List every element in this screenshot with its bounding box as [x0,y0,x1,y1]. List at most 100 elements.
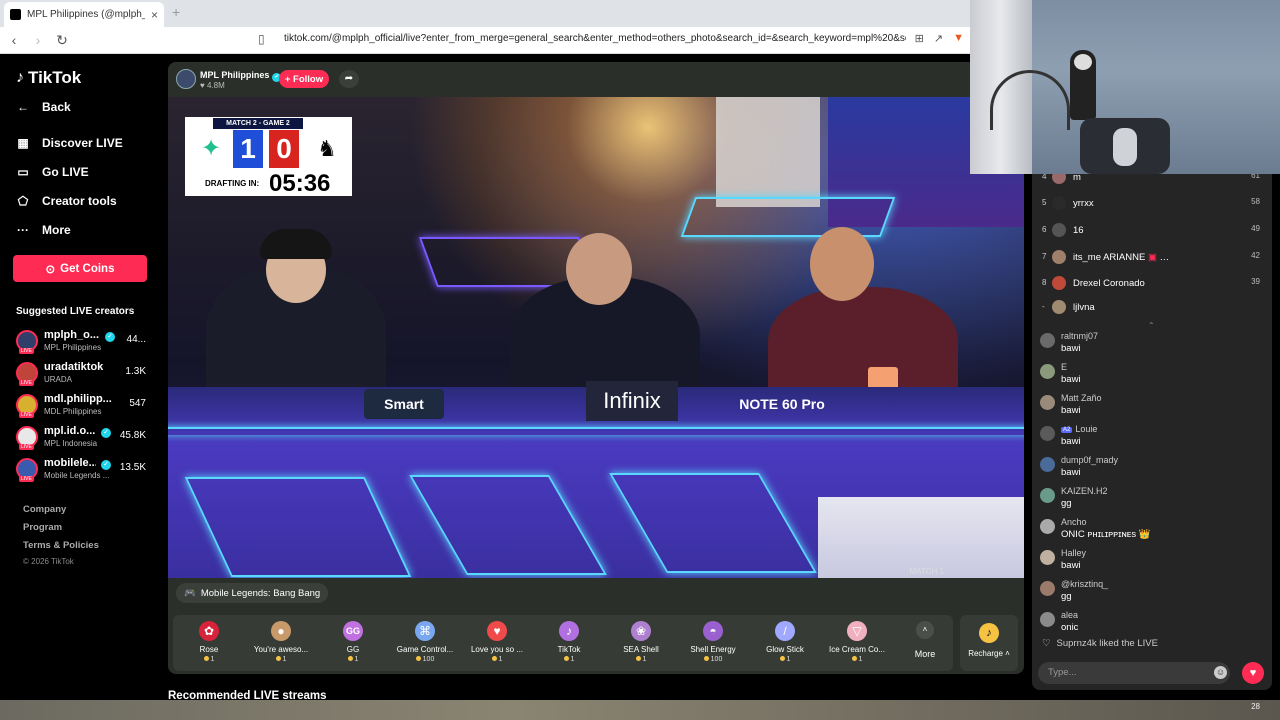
reload-icon[interactable]: ↻ [52,32,72,49]
drafting-timer: 05:36 [269,170,331,197]
nav-more[interactable]: ··· More [16,223,71,237]
creator-item[interactable]: LIVE mplph_o... ✓ MPL Philippines 44... [16,328,150,356]
like-heart-button[interactable]: ♥ [1242,662,1264,684]
emoji-icon[interactable]: ☺ [1214,666,1227,679]
ranking-row[interactable]: 8 Drexel Coronado 39 [1032,271,1272,297]
ranking-row[interactable]: 6 16 49 [1032,218,1272,244]
avatar [1040,426,1055,441]
gift-sea-shell[interactable]: ❀ SEA Shell 1 [605,615,677,671]
back-link[interactable]: ← Back [16,100,71,114]
coin-icon: ♪ [979,623,999,643]
gift-love-you[interactable]: ♥ Love you so ... 1 [461,615,533,671]
gift-shell-energy[interactable]: ◓ Shell Energy 100 [677,615,749,671]
tiktok-icon: ♪ [559,621,579,641]
creator-item[interactable]: LIVE mpl.id.o... ✓ MPL Indonesia 45.8K [16,424,150,452]
team-left-logo-icon: ✦ [200,135,222,162]
taskbar-date: 28 [1251,702,1260,711]
gift-glow-stick[interactable]: / Glow Stick 1 [749,615,821,671]
creator-sub: URADA [44,375,73,384]
nav-discover-live[interactable]: ▦ Discover LIVE [16,136,122,150]
footer-company[interactable]: Company [23,504,66,515]
get-coins-label: Get Coins [60,262,115,275]
os-taskbar [0,700,1280,720]
collapse-chevron-icon[interactable]: ⌃ [1148,321,1155,330]
category-tag[interactable]: 🎮 Mobile Legends: Bang Bang [176,583,329,603]
gift-ice-cream[interactable]: ▽ Ice Cream Co... 1 [821,615,893,671]
energy-shell-icon: ◓ [703,621,723,641]
bookmark-icon[interactable]: ▯ [258,32,265,46]
brave-shield-icon[interactable]: ▼ [953,32,964,45]
avatar [1052,250,1066,264]
gift-bar: ✿ Rose 1 ● You're aweso... 1 GG GG 1 ⌘ G… [173,615,953,671]
lightbulb-icon: ⬠ [17,194,29,208]
back-arrow-icon[interactable]: ‹ [4,32,24,48]
avatar [1040,488,1055,503]
avatar [1052,300,1066,314]
gift-name: Game Control... [396,645,454,654]
hair [260,229,332,259]
chevron-up-icon: ˄ [916,621,934,639]
footer-program[interactable]: Program [23,522,62,533]
gift-name: You're aweso... [253,645,309,654]
live-badge: LIVE [19,348,34,354]
gift-price: 1 [461,656,533,663]
tiktok-favicon-icon [10,9,21,20]
commentator-head [810,227,874,301]
recharge-button[interactable]: ♪ Recharge ˄ [960,615,1018,671]
nav-go-live[interactable]: ▭ Go LIVE [16,165,88,179]
creator-item[interactable]: LIVE mobilele... ✓ Mobile Legends ... 13… [16,456,150,484]
translate-icon[interactable]: ⊞ [915,32,924,45]
chevron-up-icon: ˄ [1005,649,1010,658]
neon-light [184,477,412,577]
match-label: MATCH 2 - GAME 2 [213,118,303,129]
follow-button[interactable]: + Follow [279,70,329,88]
video-camera-icon: ▭ [17,165,29,179]
neon-light [409,475,607,575]
webcam-overlay [970,0,1280,174]
gg-icon: GG [343,621,363,641]
browser-tab[interactable]: MPL Philippines (@mplph_offi... × [4,2,164,27]
ranking-row[interactable]: 7 its_me ARIANNE ▣ … 42 [1032,245,1272,271]
close-tab-icon[interactable]: × [151,8,158,22]
chat-message: A2 Louie bawi [1032,423,1272,453]
gift-youre-awesome[interactable]: ● You're aweso... 1 [245,615,317,671]
address-bar: ‹ › ↻ ▯ tiktok.com/@mplph_official/live?… [0,27,970,54]
desk-panel [818,497,1024,578]
mask [1074,54,1092,70]
tiktok-logo[interactable]: ♪ TikTok [16,68,81,88]
chat-input[interactable]: Type... [1038,662,1230,684]
footer-terms[interactable]: Terms & Policies [23,540,99,551]
gift-game-controller[interactable]: ⌘ Game Control... 100 [389,615,461,671]
ranking-row[interactable]: 5 yrrxx 58 [1032,191,1272,217]
level-badge: A2 [1061,426,1073,433]
backdrop-screen [716,97,820,207]
gift-tiktok[interactable]: ♪ TikTok 1 [533,615,605,671]
forward-arrow-icon[interactable]: › [28,32,48,48]
neon-light [680,197,896,237]
sidebar: ♪ TikTok ← Back ▦ Discover LIVE ▭ Go LIV… [0,54,160,720]
recharge-label: Recharge [968,649,1003,658]
more-dots-icon: ··· [17,223,29,237]
more-gifts-button[interactable]: ˄ More [905,621,945,659]
controller-icon: ⌘ [415,621,435,641]
url-field[interactable]: tiktok.com/@mplph_official/live?enter_fr… [284,33,906,44]
live-badge: LIVE [19,412,34,418]
chat-message: Ebawi [1032,361,1272,391]
gift-gg[interactable]: GG GG 1 [317,615,389,671]
share-page-icon[interactable]: ↗ [934,32,943,45]
creator-item[interactable]: LIVE mdl.philipp... MDL Philippines 547 [16,392,150,420]
creator-item[interactable]: LIVE uradatiktok URADA 1.3K [16,360,150,388]
ranking-row-self[interactable]: - ljlvna [1032,295,1272,321]
get-coins-button[interactable]: ⊙ Get Coins [13,255,147,282]
channel-avatar[interactable] [176,69,196,89]
gift-rose[interactable]: ✿ Rose 1 [173,615,245,671]
share-icon[interactable]: ➦ [339,70,359,88]
team-right-logo-icon: ♞ [317,136,337,161]
gift-price: 1 [605,656,677,663]
video-player[interactable]: Smart Infinix NOTE 60 Pro MATCH 1 MATCH … [168,97,1024,578]
gift-name: SEA Shell [623,645,659,654]
new-tab-icon[interactable]: + [172,4,180,20]
drafting-label: DRAFTING IN: [205,179,260,188]
nav-creator-tools[interactable]: ⬠ Creator tools [16,194,117,208]
browser-tab-bar: MPL Philippines (@mplph_offi... × + [0,0,970,27]
